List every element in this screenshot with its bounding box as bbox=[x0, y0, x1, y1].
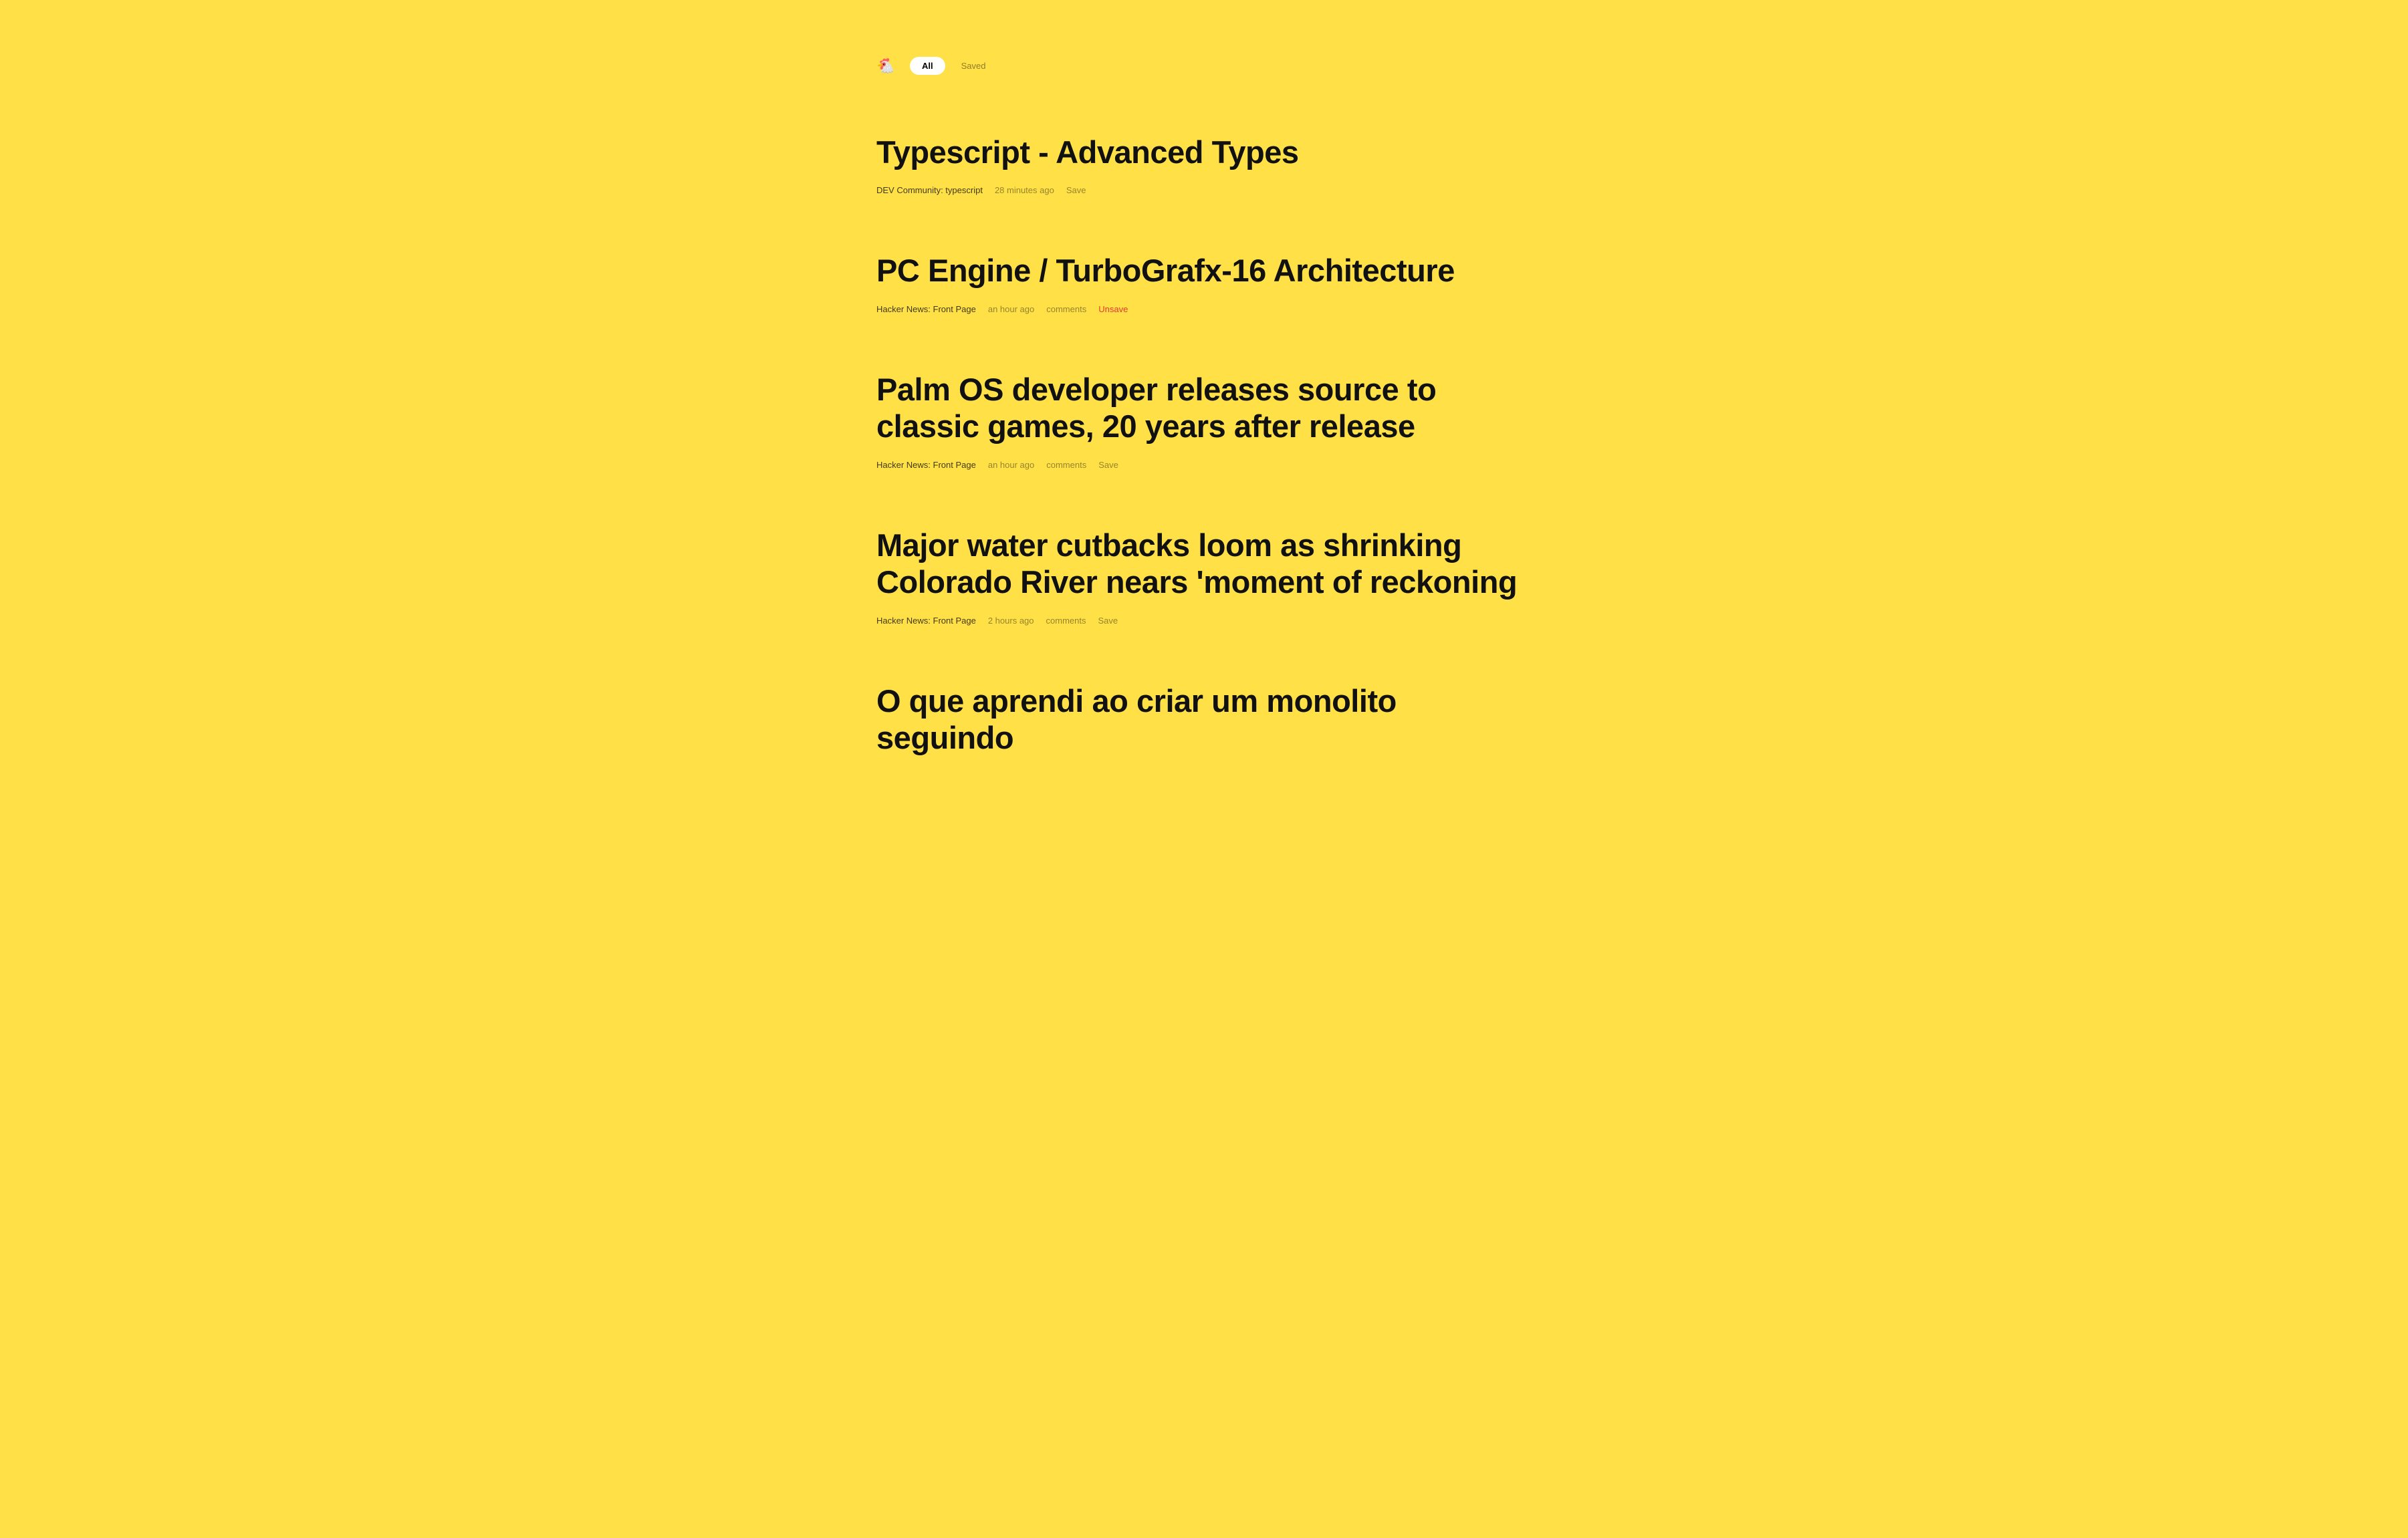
comments-link[interactable]: comments bbox=[1046, 460, 1086, 470]
article-source[interactable]: DEV Community: typescript bbox=[876, 185, 983, 195]
article-meta: DEV Community: typescript 28 minutes ago… bbox=[876, 185, 1532, 195]
articles-list: Typescript - Advanced Types DEV Communit… bbox=[876, 134, 1532, 771]
article-time: an hour ago bbox=[988, 304, 1034, 314]
article-title[interactable]: O que aprendi ao criar um monolito segui… bbox=[876, 682, 1532, 757]
article-meta: Hacker News: Front Page an hour ago comm… bbox=[876, 304, 1532, 314]
article-source[interactable]: Hacker News: Front Page bbox=[876, 616, 976, 626]
article-item: O que aprendi ao criar um monolito segui… bbox=[876, 682, 1532, 771]
article-time: 28 minutes ago bbox=[995, 185, 1054, 195]
article-time: an hour ago bbox=[988, 460, 1034, 470]
save-button[interactable]: Save bbox=[1066, 185, 1086, 195]
comments-link[interactable]: comments bbox=[1046, 304, 1086, 314]
tabs: All Saved bbox=[910, 57, 986, 75]
tab-all[interactable]: All bbox=[910, 57, 945, 75]
article-item: Typescript - Advanced Types DEV Communit… bbox=[876, 134, 1532, 195]
article-meta: Hacker News: Front Page an hour ago comm… bbox=[876, 460, 1532, 470]
article-title[interactable]: Typescript - Advanced Types bbox=[876, 134, 1532, 170]
save-button[interactable]: Save bbox=[1098, 460, 1118, 470]
article-item: Major water cutbacks loom as shrinking C… bbox=[876, 527, 1532, 626]
article-title[interactable]: Major water cutbacks loom as shrinking C… bbox=[876, 527, 1532, 601]
header: 🐔 All Saved bbox=[876, 57, 1532, 75]
save-button[interactable]: Save bbox=[1098, 616, 1118, 626]
article-item: Palm OS developer releases source to cla… bbox=[876, 371, 1532, 470]
article-source[interactable]: Hacker News: Front Page bbox=[876, 304, 976, 314]
comments-link[interactable]: comments bbox=[1046, 616, 1086, 626]
article-time: 2 hours ago bbox=[988, 616, 1034, 626]
tab-saved[interactable]: Saved bbox=[961, 57, 986, 75]
article-title[interactable]: PC Engine / TurboGrafx-16 Architecture bbox=[876, 252, 1532, 289]
article-meta: Hacker News: Front Page 2 hours ago comm… bbox=[876, 616, 1532, 626]
logo-icon[interactable]: 🐔 bbox=[878, 58, 894, 74]
article-source[interactable]: Hacker News: Front Page bbox=[876, 460, 976, 470]
unsave-button[interactable]: Unsave bbox=[1098, 304, 1128, 314]
article-title[interactable]: Palm OS developer releases source to cla… bbox=[876, 371, 1532, 445]
article-item: PC Engine / TurboGrafx-16 Architecture H… bbox=[876, 252, 1532, 313]
